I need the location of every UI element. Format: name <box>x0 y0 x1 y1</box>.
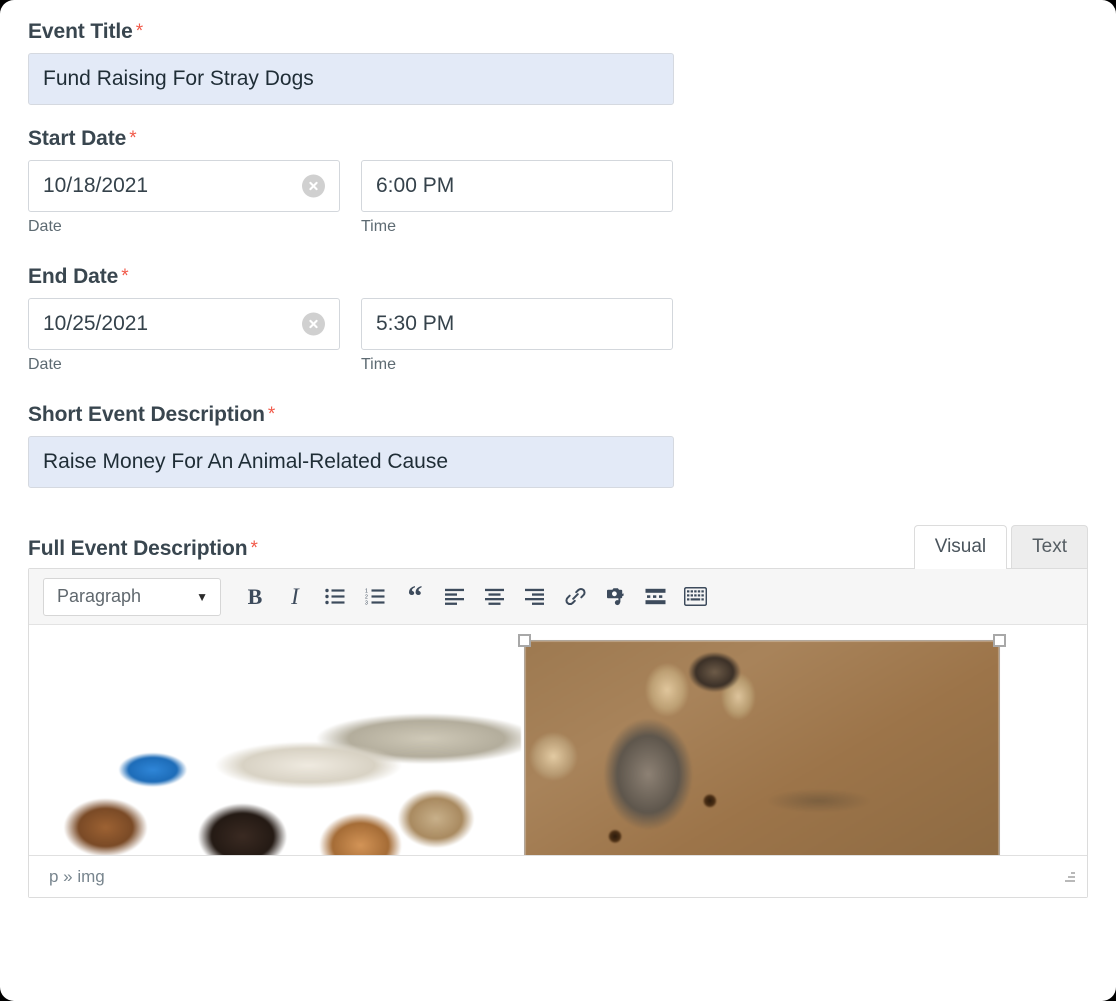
editor-content-area[interactable] <box>29 625 1087 856</box>
italic-glyph: I <box>291 584 299 610</box>
blockquote-glyph: “ <box>407 579 423 613</box>
bold-glyph: B <box>247 583 263 609</box>
stray-puppy-closeup-image[interactable] <box>518 634 1006 856</box>
start-date-label-text: Start Date <box>28 127 127 151</box>
svg-text:3: 3 <box>365 601 368 605</box>
selection-handle-top-right[interactable] <box>993 634 1006 648</box>
field-event-title: Event Title * Fund Raising For Stray Dogs <box>28 20 1088 106</box>
clear-circle-icon[interactable] <box>302 312 325 336</box>
event-form-page: Event Title * Fund Raising For Stray Dogs… <box>0 0 1116 1001</box>
tab-visual[interactable]: Visual <box>913 525 1008 570</box>
puppy-closeup-photo-surface <box>525 641 999 856</box>
editor-shell: Paragraph ▼ B I 1 2 3 “ p » img <box>28 568 1088 899</box>
clear-circle-icon[interactable] <box>302 174 325 198</box>
italic-icon[interactable]: I <box>275 578 315 616</box>
end-time-sublabel: Time <box>361 356 396 374</box>
end-time-input[interactable]: 5:30 PM <box>361 298 673 351</box>
required-asterisk: * <box>121 266 129 288</box>
link-icon[interactable] <box>555 578 595 616</box>
editor-image-row <box>49 634 1067 856</box>
format-select-value: Paragraph <box>57 586 142 607</box>
start-time-input[interactable]: 6:00 PM <box>361 160 673 213</box>
tab-text[interactable]: Text <box>1011 525 1088 570</box>
end-date-label-text: End Date <box>28 265 119 289</box>
full-description-label-text: Full Event Description <box>28 537 248 561</box>
end-date-input-wrap: 10/25/2021 <box>28 298 340 351</box>
start-date-sublabel: Date <box>28 218 62 236</box>
field-start-date: Start Date * 10/18/2021 Date 6:00 PM Tim… <box>28 127 1088 235</box>
chevron-down-icon: ▼ <box>196 589 208 604</box>
start-date-input-wrap: 10/18/2021 <box>28 160 340 213</box>
full-description-label: Full Event Description * <box>28 537 258 560</box>
field-short-description: Short Event Description * Raise Money For… <box>28 403 1088 489</box>
insert-media-icon[interactable] <box>595 578 635 616</box>
resize-grip-icon[interactable] <box>1059 868 1077 886</box>
start-date-input[interactable]: 10/18/2021 <box>28 160 340 213</box>
start-date-date-column: 10/18/2021 Date <box>28 160 340 235</box>
start-time-sublabel: Time <box>361 218 396 236</box>
end-time-column: 5:30 PM Time <box>361 298 673 373</box>
required-asterisk: * <box>267 404 276 426</box>
blockquote-icon[interactable]: “ <box>395 578 435 616</box>
toolbar-toggle-icon[interactable] <box>675 578 715 616</box>
event-title-input[interactable]: Fund Raising For Stray Dogs <box>28 53 674 106</box>
required-asterisk: * <box>250 538 258 560</box>
puppies-beach-photo-surface <box>49 641 521 856</box>
element-path: p » img <box>49 866 105 886</box>
field-end-date: End Date * 10/25/2021 Date 5:30 PM Time <box>28 265 1088 373</box>
align-right-icon[interactable] <box>515 578 555 616</box>
start-time-column: 6:00 PM Time <box>361 160 673 235</box>
end-date-sublabel: Date <box>28 356 62 374</box>
bold-icon[interactable]: B <box>235 578 275 616</box>
form-area: Event Title * Fund Raising For Stray Dogs… <box>0 0 1116 899</box>
editor-toolbar: Paragraph ▼ B I 1 2 3 “ <box>29 569 1087 626</box>
end-date-label: End Date * <box>28 265 1088 288</box>
read-more-icon[interactable] <box>635 578 675 616</box>
short-description-label-text: Short Event Description <box>28 403 265 427</box>
align-left-icon[interactable] <box>435 578 475 616</box>
format-select[interactable]: Paragraph ▼ <box>43 577 221 616</box>
required-asterisk: * <box>135 21 144 42</box>
start-date-label: Start Date * <box>28 127 1088 150</box>
selection-handle-top-left[interactable] <box>518 634 531 648</box>
start-date-row: 10/18/2021 Date 6:00 PM Time <box>28 160 1088 235</box>
bulleted-list-icon[interactable] <box>315 578 355 616</box>
event-title-label-text: Event Title <box>28 20 133 43</box>
short-description-label: Short Event Description * <box>28 403 1088 426</box>
start-time-input-wrap: 6:00 PM <box>361 160 673 213</box>
end-date-input[interactable]: 10/25/2021 <box>28 298 340 351</box>
field-full-description: Full Event Description * Visual Text Para… <box>28 524 1088 899</box>
editor-mode-tabs: Visual Text <box>913 524 1088 570</box>
end-date-date-column: 10/25/2021 Date <box>28 298 340 373</box>
end-time-input-wrap: 5:30 PM <box>361 298 673 351</box>
end-date-row: 10/25/2021 Date 5:30 PM Time <box>28 298 1088 373</box>
short-description-input[interactable]: Raise Money For An Animal-Related Cause <box>28 436 674 489</box>
editor-statusbar: p » img <box>29 855 1087 898</box>
numbered-list-icon[interactable]: 1 2 3 <box>355 578 395 616</box>
align-center-icon[interactable] <box>475 578 515 616</box>
stray-puppies-on-beach-image[interactable] <box>49 641 521 856</box>
editor-header: Full Event Description * Visual Text <box>28 524 1088 570</box>
event-title-label: Event Title * <box>28 20 1088 43</box>
required-asterisk: * <box>129 128 137 150</box>
